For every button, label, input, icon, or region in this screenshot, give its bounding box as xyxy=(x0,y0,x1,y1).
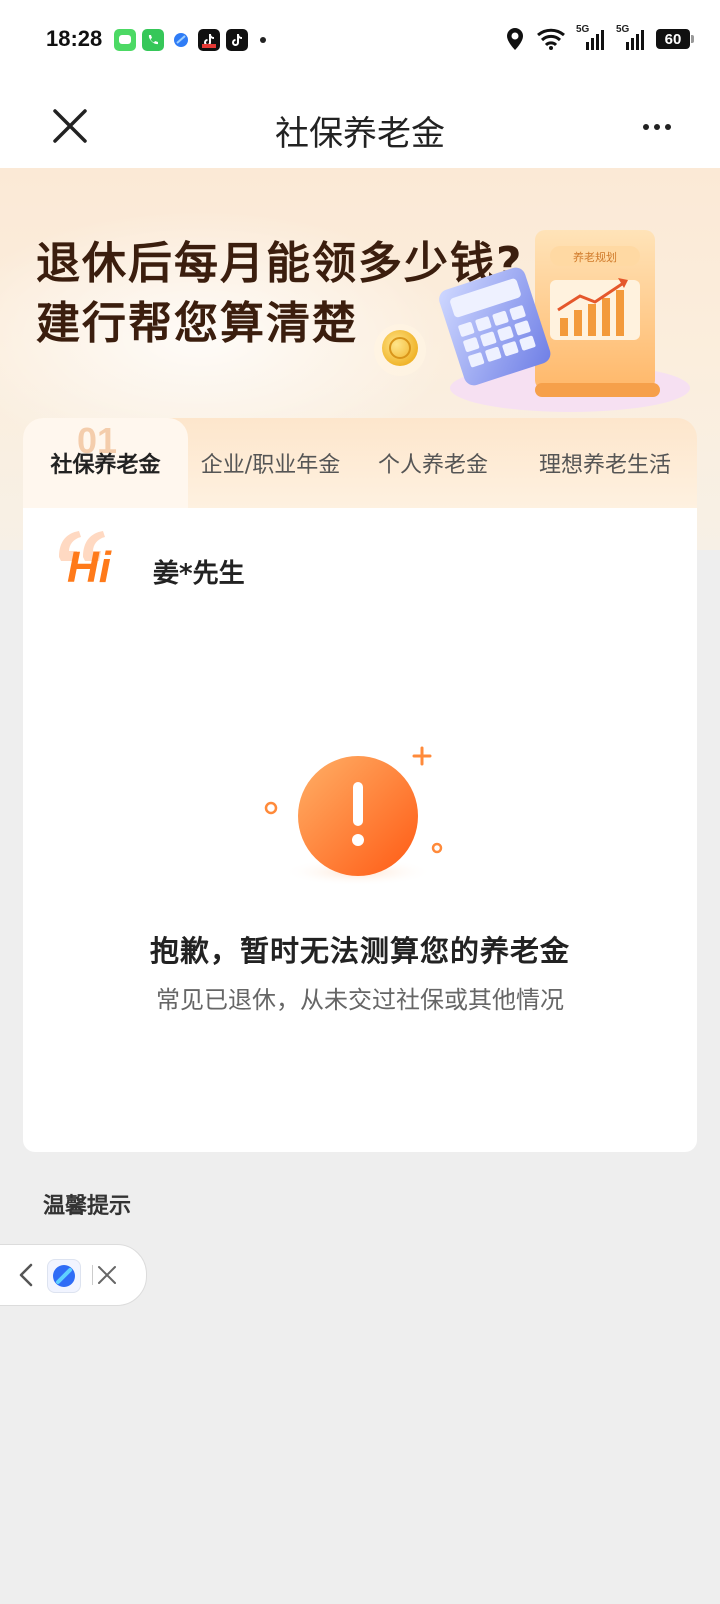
location-icon xyxy=(507,28,523,50)
tab-label: 企业/职业年金 xyxy=(200,453,341,478)
tab-social-security-pension[interactable]: 01 社保养老金 xyxy=(23,418,188,508)
card-body: Hi 姜*先生 抱歉，暂时无法测算您的养老金 常见已退休，从未交过社保或其他情况 xyxy=(23,508,697,1152)
tips-title[interactable]: 温馨提示 xyxy=(43,1188,131,1220)
tiktok-live-icon xyxy=(198,29,220,51)
tab-label: 理想养老生活 xyxy=(538,453,671,478)
tiktok-icon xyxy=(226,29,248,51)
hi-text: Hi xyxy=(67,543,111,592)
status-time: 18:28 xyxy=(46,26,103,51)
signal-5g-1: 5G xyxy=(576,24,606,52)
tab-label: 社保养老金 xyxy=(50,453,161,478)
scroll-label: 养老规划 xyxy=(573,250,617,264)
nav-bar: 社保养老金 xyxy=(0,84,720,168)
notification-icons xyxy=(114,29,266,51)
more-options-icon[interactable] xyxy=(642,112,672,142)
close-icon[interactable] xyxy=(95,1263,119,1287)
tab-bar: 01 社保养老金 企业/职业年金 个人养老金 理想养老生活 xyxy=(23,418,697,508)
signal-bars-icon xyxy=(586,30,604,50)
phone-icon xyxy=(142,29,164,51)
more-notifications-dot xyxy=(260,37,266,43)
pension-card: 01 社保养老金 企业/职业年金 个人养老金 理想养老生活 Hi 姜*先生 抱歉… xyxy=(23,418,697,1152)
user-name: 姜*先生 xyxy=(153,558,245,589)
pension-calculator-illustration: 养老规划 xyxy=(374,230,690,412)
messages-icon xyxy=(114,29,136,51)
tab-personal-pension[interactable]: 个人养老金 xyxy=(353,418,513,508)
status-bar: 18:28 5G 5G 60 xyxy=(0,0,720,84)
signal-bars-icon xyxy=(626,30,644,50)
warning-icon xyxy=(264,746,443,886)
signal-5g-2: 5G xyxy=(616,24,646,52)
floating-capsule xyxy=(0,1244,147,1306)
browser-icon xyxy=(53,1265,75,1287)
tab-enterprise-annuity[interactable]: 企业/职业年金 xyxy=(188,418,353,508)
back-icon[interactable] xyxy=(17,1263,37,1287)
capsule-separator xyxy=(92,1265,93,1285)
battery-indicator: 60 xyxy=(656,29,694,49)
wifi-icon xyxy=(537,28,565,50)
mini-app-icon[interactable] xyxy=(47,1259,81,1293)
hi-logo: Hi xyxy=(53,527,137,597)
tab-ideal-retirement[interactable]: 理想养老生活 xyxy=(513,418,697,508)
page-title: 社保养老金 xyxy=(275,114,445,154)
greeting: Hi 姜*先生 xyxy=(53,522,245,602)
tab-label: 个人养老金 xyxy=(377,453,488,478)
error-title: 抱歉，暂时无法测算您的养老金 xyxy=(149,934,570,968)
status-right: 5G 5G 60 xyxy=(504,24,694,52)
error-subtitle: 常见已退休，从未交过社保或其他情况 xyxy=(156,986,564,1014)
browser-icon xyxy=(170,29,192,51)
